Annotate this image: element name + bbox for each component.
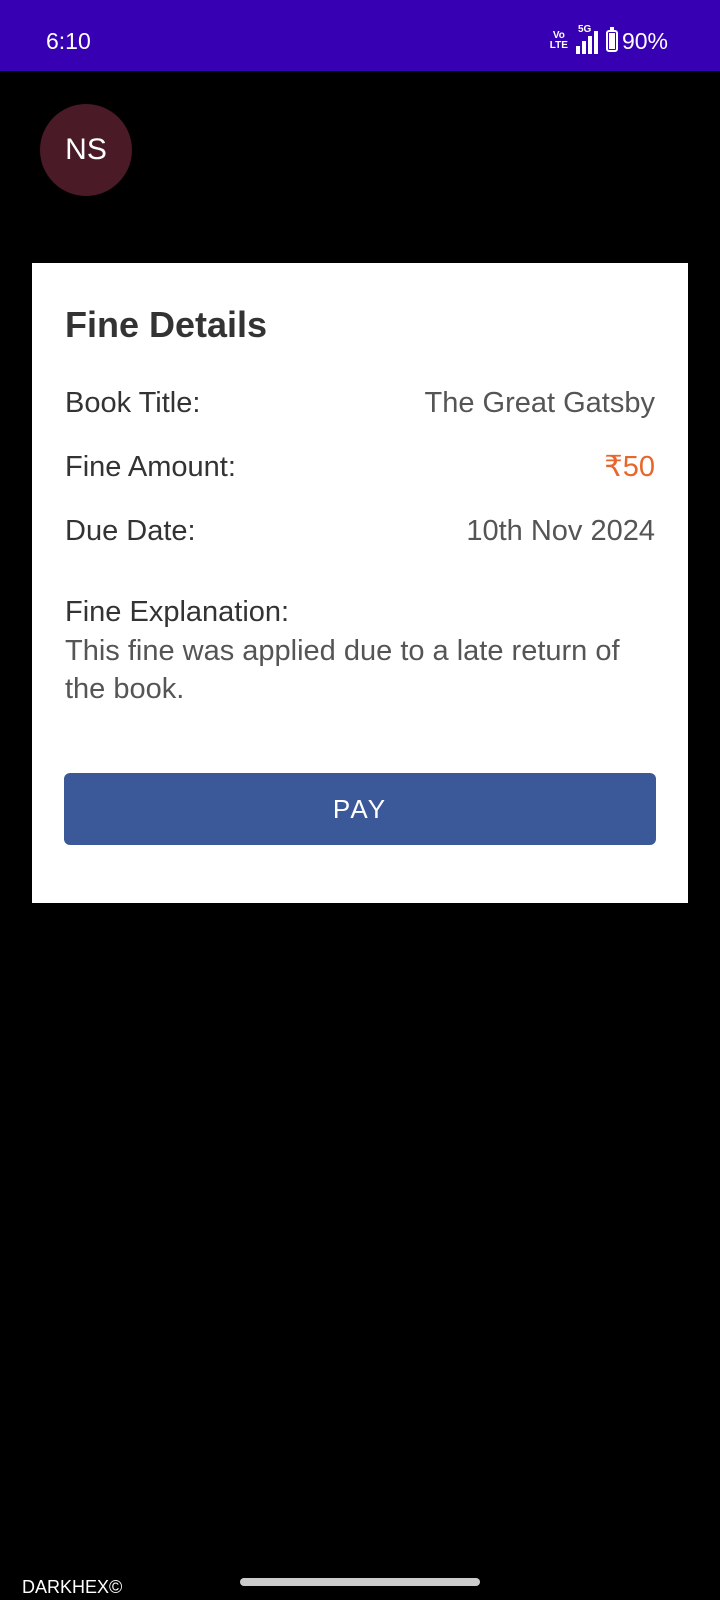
battery-fill [608, 32, 615, 49]
status-bar: 6:10 Vo LTE 5G 90% [0, 0, 720, 71]
signal-icon: 5G [575, 24, 600, 54]
status-time: 6:10 [46, 28, 91, 54]
fine-details-card: Fine Details Book Title: The Great Gatsb… [32, 263, 688, 903]
battery-icon [605, 27, 618, 52]
fine-amount-label: Fine Amount: [65, 451, 236, 483]
book-title-value: The Great Gatsby [424, 387, 656, 419]
fine-explanation-text: This fine was applied due to a late retu… [65, 635, 620, 705]
fine-amount-value: ₹50 [604, 451, 655, 483]
pay-button[interactable]: PAY [64, 773, 656, 845]
signal-bar [581, 41, 586, 54]
avatar[interactable]: NS [40, 104, 132, 196]
book-title-label: Book Title: [65, 387, 201, 419]
avatar-initials: NS [65, 133, 107, 166]
card-title: Fine Details [65, 304, 268, 345]
fine-explanation-label: Fine Explanation: [65, 596, 290, 628]
volte-icon: Vo LTE [550, 31, 568, 51]
volte-bottom-text: LTE [549, 40, 568, 51]
signal-bar [575, 46, 580, 54]
battery-percent: 90% [621, 28, 668, 54]
watermark: DARKHEX© [22, 1577, 123, 1597]
due-date-value: 10th Nov 2024 [466, 515, 655, 547]
signal-bar [593, 31, 598, 54]
network-type: 5G [577, 24, 592, 35]
status-indicators: Vo LTE 5G 90% [550, 24, 668, 56]
navigation-handle[interactable] [240, 1578, 480, 1586]
signal-bar [587, 36, 592, 54]
due-date-label: Due Date: [65, 515, 196, 547]
